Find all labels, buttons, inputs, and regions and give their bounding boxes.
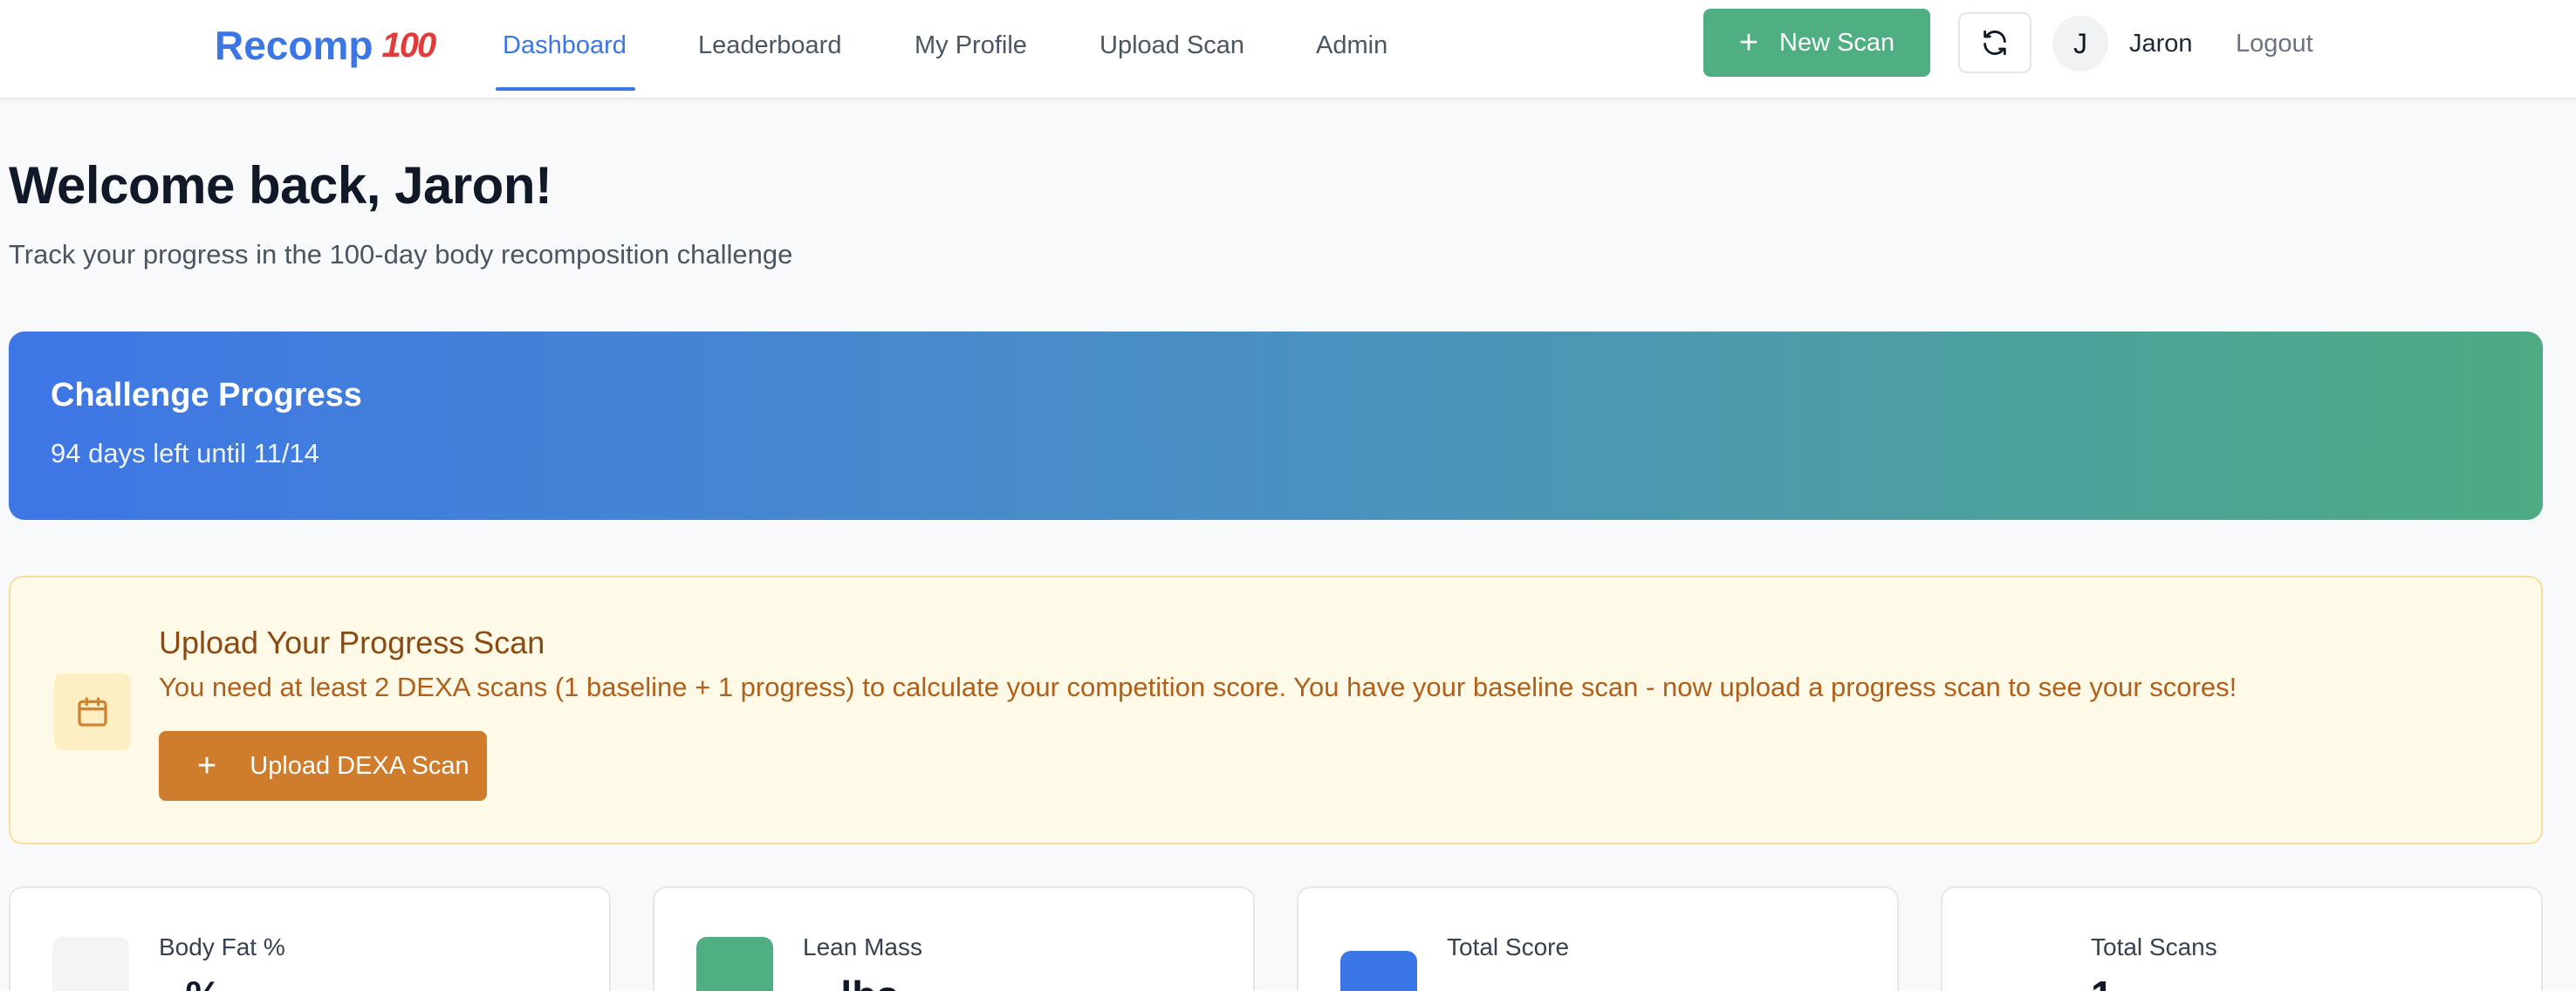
upload-dexa-scan-label: Upload DEXA Scan (250, 751, 469, 780)
active-tab-indicator (496, 87, 635, 91)
nav-link-dashboard[interactable]: Dashboard (503, 26, 627, 65)
logout-button[interactable]: Logout (2236, 26, 2313, 61)
hundred-emoji-icon: 100 (381, 25, 436, 65)
stat-label: Total Scans (2091, 933, 2217, 960)
upload-progress-alert: Upload Your Progress Scan You need at le… (9, 576, 2543, 844)
stat-value: --% (159, 972, 222, 991)
alert-title: Upload Your Progress Scan (159, 625, 545, 660)
upload-dexa-scan-button[interactable]: + Upload DEXA Scan (159, 731, 487, 801)
nav-link-my-profile[interactable]: My Profile (915, 26, 1027, 65)
new-scan-button[interactable]: + New Scan (1703, 9, 1930, 77)
stat-value: 1 (2091, 972, 2114, 991)
brand-name: Recomp (215, 23, 373, 68)
total-scans-icon (1984, 937, 2061, 991)
refresh-icon (1983, 30, 2006, 56)
stat-card-total-scans: Total Scans 1 (1941, 886, 2543, 991)
stat-value: -- lbs (803, 972, 899, 991)
stat-card-body-fat: Body Fat % --% (9, 886, 611, 991)
body-fat-icon (52, 937, 129, 991)
page-title: Welcome back, Jaron! (9, 156, 552, 215)
days-left-text: 94 days left until 11/14 (51, 438, 319, 468)
challenge-progress-card: Challenge Progress 94 days left until 11… (9, 331, 2543, 520)
brand-logo[interactable]: Recomp 100 (215, 19, 436, 72)
stat-label: Lean Mass (803, 933, 922, 960)
plus-icon: + (197, 748, 217, 784)
nav-link-admin[interactable]: Admin (1316, 26, 1387, 65)
calendar-icon (78, 697, 107, 727)
calendar-icon-container (54, 673, 131, 750)
challenge-progress-title: Challenge Progress (51, 377, 362, 413)
lean-mass-icon (696, 937, 773, 991)
stat-card-lean-mass: Lean Mass -- lbs (653, 886, 1255, 991)
new-scan-label: New Scan (1779, 28, 1895, 57)
user-avatar[interactable]: J (2052, 16, 2108, 72)
alert-message: You need at least 2 DEXA scans (1 baseli… (159, 672, 2237, 702)
total-score-icon (1340, 951, 1417, 991)
stat-card-total-score: Total Score (1297, 886, 1899, 991)
top-navbar: Recomp 100 Dashboard Leaderboard My Prof… (0, 0, 2576, 99)
plus-icon: + (1738, 24, 1759, 61)
refresh-button[interactable] (1958, 12, 2031, 73)
page-subtitle: Track your progress in the 100-day body … (9, 239, 793, 270)
nav-link-leaderboard[interactable]: Leaderboard (698, 26, 841, 65)
username: Jaron (2129, 30, 2193, 58)
stat-label: Body Fat % (159, 933, 285, 960)
nav-link-upload-scan[interactable]: Upload Scan (1100, 26, 1244, 65)
stat-label: Total Score (1447, 933, 1570, 960)
